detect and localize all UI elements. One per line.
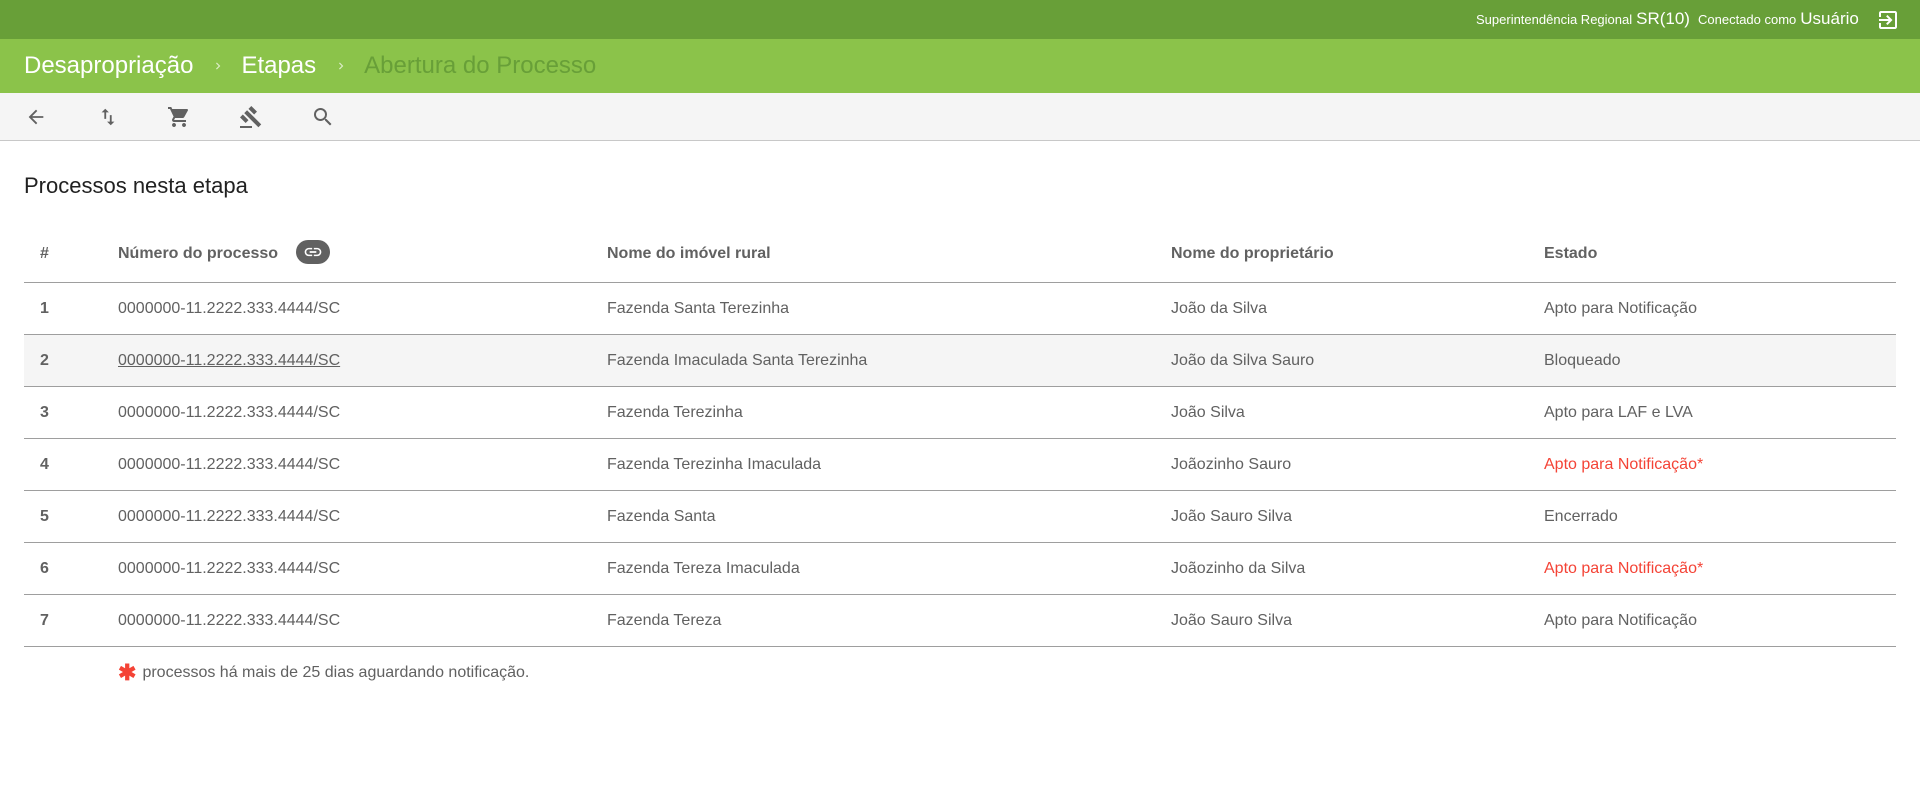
column-header-estado: Estado [1544,226,1896,283]
row-number: 6 [24,542,118,595]
owner-name: João Sauro Silva [1171,490,1544,543]
footnote: ✱ processos há mais de 25 dias aguardand… [118,660,530,685]
column-header-number: # [24,226,118,283]
property-name: Fazenda Santa Terezinha [607,282,1171,335]
process-number[interactable]: 0000000-11.2222.333.4444/SC [118,282,607,335]
top-bar: Superintendência Regional SR(10) Conecta… [0,0,1920,39]
asterisk-icon: ✱ [118,660,137,685]
user-label: Conectado como [1698,12,1797,27]
toolbar [0,93,1920,141]
breadcrumb: Desapropriação Etapas Abertura do Proces… [0,39,1920,93]
processes-table: # Número do processo Nome do imóvel rura… [24,226,1896,647]
process-number[interactable]: 0000000-11.2222.333.4444/SC [118,594,607,647]
table-row[interactable]: 3 0000000-11.2222.333.4444/SC Fazenda Te… [24,386,1896,439]
swap-vert-icon[interactable] [95,104,121,130]
section-title: Processos nesta etapa [24,173,248,198]
process-number-cell: 0000000-11.2222.333.4444/SC [118,334,607,387]
regional-value: SR(10) [1636,9,1690,28]
table-row[interactable]: 7 0000000-11.2222.333.4444/SC Fazenda Te… [24,594,1896,647]
logout-icon[interactable] [1876,8,1900,32]
arrow-back-icon[interactable] [23,104,49,130]
column-header-imovel: Nome do imóvel rural [607,226,1171,283]
row-number: 5 [24,490,118,543]
status-alert: Apto para Notificação* [1544,542,1896,595]
regional-info: Superintendência Regional SR(10) [1476,9,1690,29]
property-name: Fazenda Tereza [607,594,1171,647]
table-row[interactable]: 2 0000000-11.2222.333.4444/SC Fazenda Im… [24,334,1896,387]
owner-name: João Sauro Silva [1171,594,1544,647]
chevron-right-icon [334,59,348,73]
process-number-link[interactable]: 0000000-11.2222.333.4444/SC [118,352,340,369]
status: Apto para LAF e LVA [1544,386,1896,439]
row-number: 4 [24,438,118,491]
property-name: Fazenda Tereza Imaculada [607,542,1171,595]
regional-label: Superintendência Regional [1476,12,1633,27]
status: Bloqueado [1544,334,1896,387]
process-number[interactable]: 0000000-11.2222.333.4444/SC [118,542,607,595]
breadcrumb-current: Abertura do Processo [364,52,597,79]
link-icon[interactable] [296,240,331,264]
breadcrumb-item-etapas[interactable]: Etapas [241,52,316,80]
property-name: Fazenda Terezinha [607,386,1171,439]
property-name: Fazenda Santa [607,490,1171,543]
status: Apto para Notificação [1544,282,1896,335]
chevron-right-icon [211,59,225,73]
footnote-text: processos há mais de 25 dias aguardando … [142,664,530,681]
row-number: 1 [24,282,118,335]
column-header-processo: Número do processo [118,226,607,283]
property-name: Fazenda Imaculada Santa Terezinha [607,334,1171,387]
cart-icon[interactable] [166,104,192,130]
table-row[interactable]: 1 0000000-11.2222.333.4444/SC Fazenda Sa… [24,282,1896,335]
status: Apto para Notificação [1544,594,1896,647]
user-info: Conectado como Usuário [1698,9,1859,29]
status: Encerrado [1544,490,1896,543]
owner-name: Joãozinho Sauro [1171,438,1544,491]
search-icon[interactable] [310,104,336,130]
table-row[interactable]: 6 0000000-11.2222.333.4444/SC Fazenda Te… [24,542,1896,595]
process-number[interactable]: 0000000-11.2222.333.4444/SC [118,438,607,491]
breadcrumb-item-desapropriacao[interactable]: Desapropriação [24,52,193,80]
table-row[interactable]: 5 0000000-11.2222.333.4444/SC Fazenda Sa… [24,490,1896,543]
user-value: Usuário [1800,9,1859,28]
owner-name: João da Silva [1171,282,1544,335]
process-number[interactable]: 0000000-11.2222.333.4444/SC [118,386,607,439]
owner-name: João Silva [1171,386,1544,439]
table-header-row: # Número do processo Nome do imóvel rura… [24,226,1896,283]
table-row[interactable]: 4 0000000-11.2222.333.4444/SC Fazenda Te… [24,438,1896,491]
owner-name: Joãozinho da Silva [1171,542,1544,595]
property-name: Fazenda Terezinha Imaculada [607,438,1171,491]
owner-name: João da Silva Sauro [1171,334,1544,387]
row-number: 7 [24,594,118,647]
gavel-icon[interactable] [238,104,264,130]
row-number: 2 [24,334,118,387]
column-header-processo-label: Número do processo [118,245,279,263]
row-number: 3 [24,386,118,439]
process-number[interactable]: 0000000-11.2222.333.4444/SC [118,490,607,543]
status-alert: Apto para Notificação* [1544,438,1896,491]
column-header-proprietario: Nome do proprietário [1171,226,1544,283]
